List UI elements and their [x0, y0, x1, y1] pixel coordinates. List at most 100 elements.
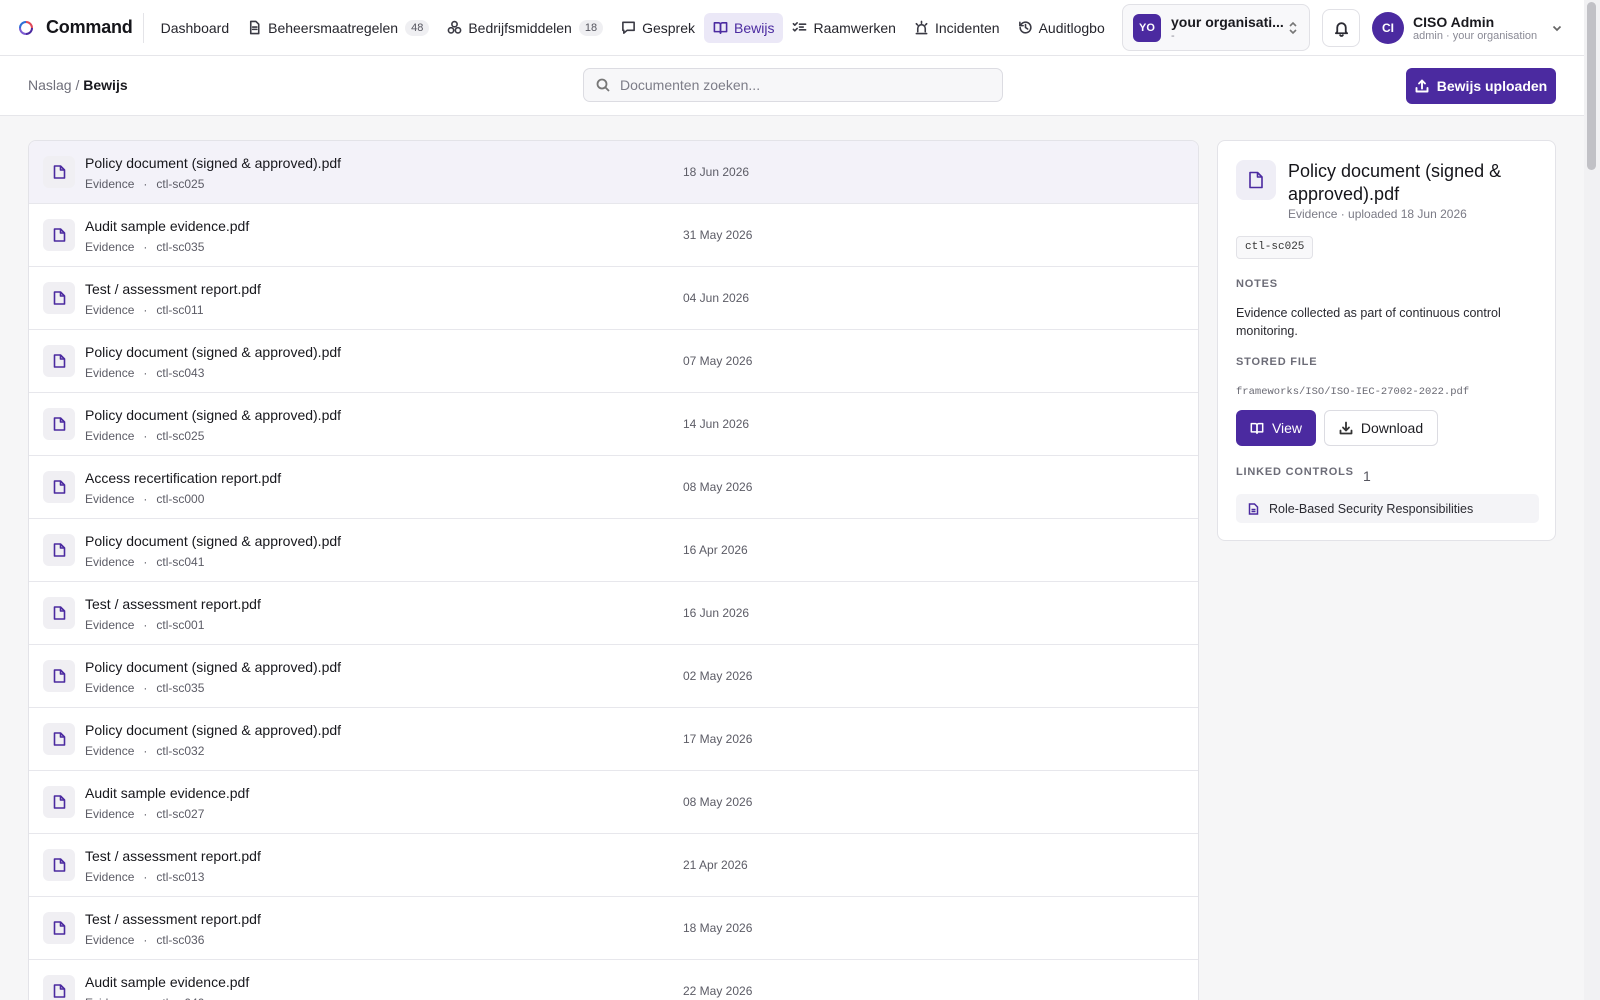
document-type: Evidence — [85, 177, 135, 191]
list-item[interactable]: Access recertification report.pdf Eviden… — [29, 456, 1198, 519]
logo-icon — [19, 20, 33, 35]
document-meta: Evidence · ctl-sc027 — [85, 807, 204, 821]
breadcrumb-separator: / — [75, 77, 80, 93]
chevron-down-icon — [1553, 25, 1562, 32]
document-name: Audit sample evidence.pdf — [85, 785, 250, 801]
file-icon — [43, 471, 75, 503]
document-type: Evidence — [85, 429, 135, 443]
document-type: Evidence — [85, 366, 135, 380]
document-control: ctl-sc025 — [156, 429, 205, 443]
org-sub: - — [1171, 29, 1175, 42]
document-date: 17 May 2026 — [683, 732, 753, 746]
meta-separator: · — [143, 996, 147, 1000]
search-input[interactable] — [620, 77, 980, 93]
file-icon — [43, 282, 75, 314]
document-list: Policy document (signed & approved).pdf … — [28, 140, 1199, 1000]
search-icon — [596, 78, 610, 92]
list-item[interactable]: Policy document (signed & approved).pdf … — [29, 519, 1198, 582]
download-button[interactable]: Download — [1324, 410, 1438, 446]
chat-icon — [622, 21, 636, 34]
user-menu[interactable]: CI CISO Admin admin · your organisation — [1372, 8, 1563, 48]
nav-auditlogboek[interactable]: Auditlogbo — [1009, 13, 1114, 43]
linked-controls-label: LINKED CONTROLS — [1236, 466, 1354, 478]
bell-icon — [1334, 21, 1348, 37]
page-scrollbar[interactable] — [1584, 0, 1600, 1000]
list-item[interactable]: Test / assessment report.pdf Evidence · ct… — [29, 267, 1198, 330]
nav-bewijs[interactable]: Bewijs — [704, 12, 784, 43]
document-name: Test / assessment report.pdf — [85, 911, 261, 927]
document-control: ctl-sc043 — [156, 366, 205, 380]
document-control: ctl-sc013 — [156, 870, 205, 884]
list-item[interactable]: Policy document (signed & approved).pdf … — [29, 141, 1198, 204]
notifications-button[interactable] — [1322, 9, 1360, 47]
document-name: Test / assessment report.pdf — [85, 281, 261, 297]
list-item[interactable]: Policy document (signed & approved).pdf … — [29, 393, 1198, 456]
organisation-switcher[interactable]: YO your organisati... - — [1122, 4, 1310, 51]
list-item[interactable]: Policy document (signed & approved).pdf … — [29, 708, 1198, 771]
linked-control-item[interactable]: Role-Based Security Responsibilities — [1236, 494, 1539, 523]
document-date: 04 Jun 2026 — [683, 291, 750, 305]
user-role: admin · your organisation — [1413, 30, 1538, 42]
list-item[interactable]: Test / assessment report.pdf Evidence · ct… — [29, 897, 1198, 960]
linked-control-name: Role-Based Security Responsibilities — [1269, 501, 1474, 516]
alarm-icon — [915, 20, 928, 35]
list-item[interactable]: Policy document (signed & approved).pdf … — [29, 330, 1198, 393]
list-item[interactable]: Test / assessment report.pdf Evidence · ct… — [29, 582, 1198, 645]
document-meta: Evidence · ctl-sc025 — [85, 177, 204, 191]
document-icon — [250, 20, 260, 35]
nav-bedrijfsmiddelen[interactable]: Bedrijfsmiddelen 18 — [438, 13, 612, 43]
stored-file-path: frameworks/ISO/ISO-IEC-27002-2022.pdf — [1236, 386, 1470, 398]
file-icon — [43, 156, 75, 188]
upload-evidence-button[interactable]: Bewijs uploaden — [1406, 68, 1556, 104]
document-control: ctl-sc035 — [156, 240, 205, 254]
org-name: your organisati... — [1171, 13, 1284, 30]
nav-gesprek[interactable]: Gesprek — [612, 13, 704, 43]
document-name: Test / assessment report.pdf — [85, 848, 261, 864]
nav-incidenten[interactable]: Incidenten — [905, 13, 1009, 43]
scrollbar-thumb[interactable] — [1587, 2, 1596, 170]
document-name: Test / assessment report.pdf — [85, 596, 261, 612]
document-meta: Evidence · ctl-sc001 — [85, 618, 204, 632]
document-name: Audit sample evidence.pdf — [85, 218, 250, 234]
brand[interactable]: Command — [0, 0, 133, 55]
document-meta: Evidence · ctl-sc025 — [85, 429, 204, 443]
list-item[interactable]: Audit sample evidence.pdf Evidence · ctl-s… — [29, 960, 1198, 1000]
nav-label: Dashboard — [160, 19, 230, 36]
list-item[interactable]: Audit sample evidence.pdf Evidence · ctl-s… — [29, 771, 1198, 834]
document-meta: Evidence · ctl-sc036 — [85, 933, 204, 947]
document-meta: Evidence · ctl-sc035 — [85, 240, 204, 254]
list-item[interactable]: Test / assessment report.pdf Evidence · ct… — [29, 834, 1198, 897]
list-item[interactable]: Policy document (signed & approved).pdf … — [29, 645, 1198, 708]
document-name: Policy document (signed & approved).pdf — [85, 722, 342, 738]
document-control: ctl-sc000 — [156, 492, 205, 506]
document-meta: Evidence · ctl-sc013 — [85, 870, 204, 884]
meta-separator: · — [143, 177, 148, 191]
detail-subtitle: Evidence · uploaded 18 Jun 2026 — [1288, 207, 1467, 221]
breadcrumb-parent[interactable]: Naslag — [28, 77, 72, 93]
nav-label: Raamwerken — [813, 19, 896, 36]
list-item[interactable]: Audit sample evidence.pdf Evidence · ctl-s… — [29, 204, 1198, 267]
document-meta: Evidence · ctl-sc043 — [85, 366, 204, 380]
breadcrumb-current: Bewijs — [83, 77, 128, 93]
nav-beheersmaatregelen[interactable]: Beheersmaatregelen 48 — [238, 13, 438, 43]
document-meta: Evidence · ctl-sc032 — [85, 744, 204, 758]
view-button[interactable]: View — [1236, 410, 1316, 446]
document-date: 22 May 2026 — [683, 984, 753, 998]
search-box[interactable] — [583, 68, 1003, 102]
org-text: your organisati... - — [1171, 14, 1287, 42]
file-icon — [43, 849, 75, 881]
document-control: ctl-sc040 — [156, 996, 204, 1000]
book-icon — [713, 22, 728, 34]
meta-separator: · — [143, 429, 148, 443]
document-control: ctl-sc001 — [156, 618, 205, 632]
stored-file-label: STORED FILE — [1236, 356, 1318, 368]
document-type: Evidence — [85, 492, 135, 506]
user-name: CISO Admin — [1413, 14, 1495, 30]
document-type: Evidence — [85, 996, 134, 1000]
nav-dashboard[interactable]: Dashboard — [152, 13, 239, 43]
document-control: ctl-sc027 — [156, 807, 205, 821]
document-type: Evidence — [85, 618, 135, 632]
app-name: Command — [46, 17, 133, 37]
nav-raamwerken[interactable]: Raamwerken — [783, 13, 904, 43]
document-date: 02 May 2026 — [683, 669, 753, 683]
